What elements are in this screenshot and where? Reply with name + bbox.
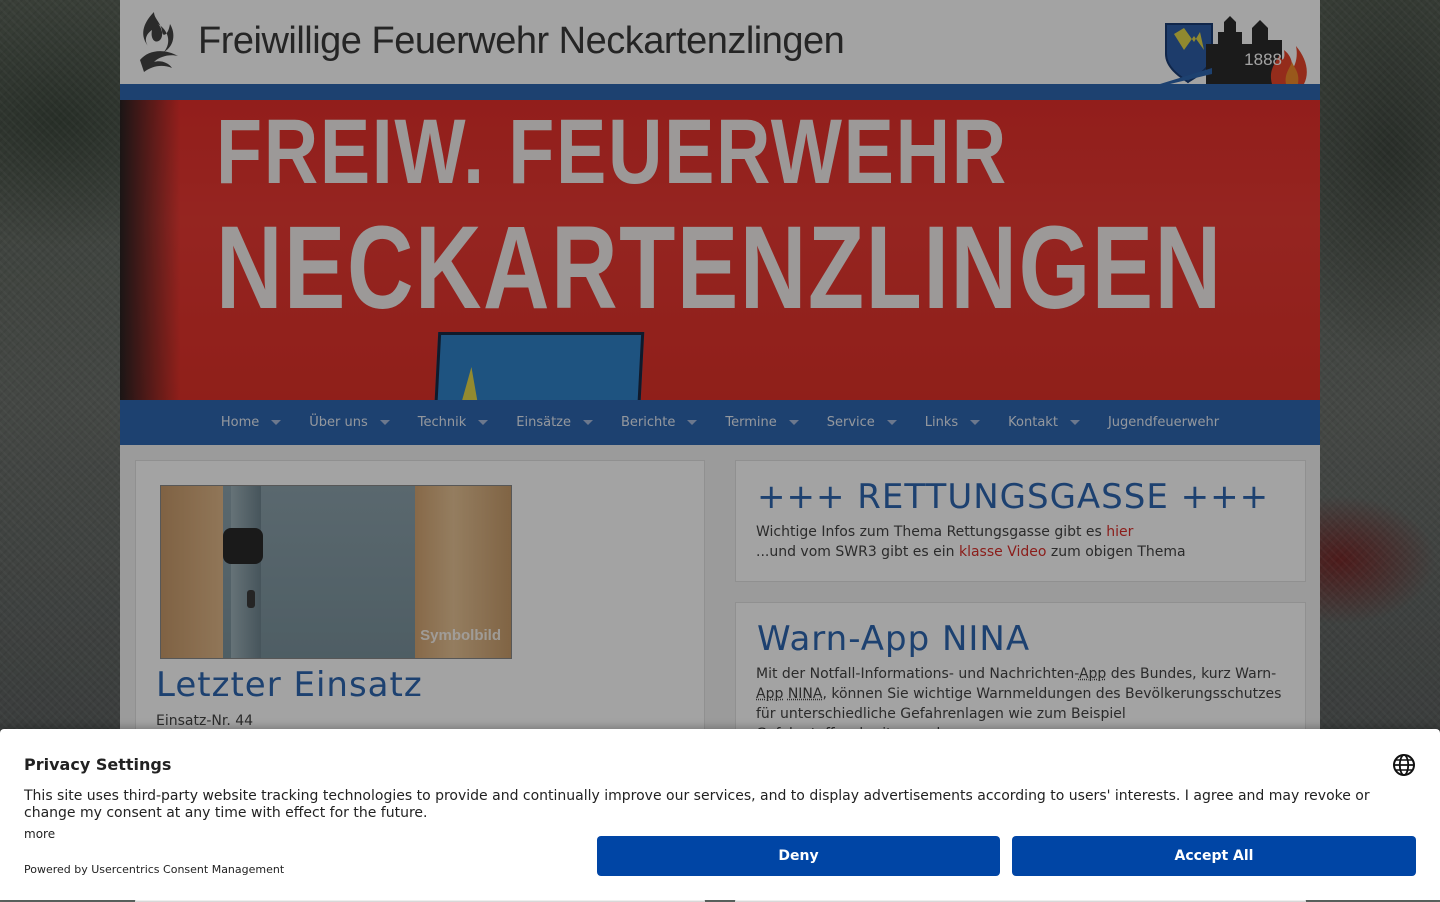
privacy-consent-banner: Privacy Settings This site uses third-pa… <box>0 729 1440 900</box>
globe-icon[interactable] <box>1392 753 1416 777</box>
powered-by-text: Powered by Usercentrics Consent Manageme… <box>24 863 285 876</box>
consent-description: This site uses third-party website track… <box>24 788 1370 821</box>
deny-button[interactable]: Deny <box>597 836 1000 876</box>
privacy-settings-title: Privacy Settings <box>24 755 172 774</box>
accept-all-button[interactable]: Accept All <box>1012 836 1416 876</box>
more-link[interactable]: more <box>24 827 55 841</box>
